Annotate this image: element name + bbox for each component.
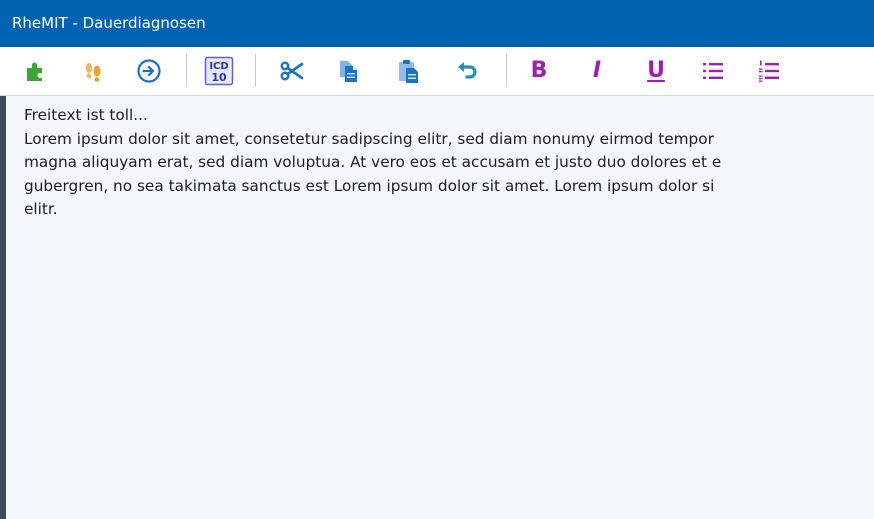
bullet-list-button[interactable] <box>697 55 729 87</box>
puzzle-button[interactable] <box>20 55 52 87</box>
toolbar-separator <box>186 54 187 87</box>
navigate-button[interactable] <box>133 55 165 87</box>
window-title: RheMIT - Dauerdiagnosen <box>12 14 206 32</box>
undo-button[interactable] <box>451 55 483 87</box>
editor-line: Lorem ipsum dolor sit amet, consetetur s… <box>24 129 714 148</box>
toolbar-separator <box>506 54 507 87</box>
editor-content[interactable]: Freitext ist toll... Lorem ipsum dolor s… <box>24 104 874 222</box>
undo-icon <box>458 62 477 79</box>
numbered-list-button[interactable] <box>753 55 785 87</box>
italic-icon: I <box>592 58 602 83</box>
bold-icon: B <box>530 58 548 83</box>
puzzle-icon <box>27 62 42 81</box>
editor-line: elitr. <box>24 200 58 218</box>
scissors-icon <box>280 61 304 81</box>
underline-button[interactable]: U <box>640 55 672 87</box>
paste-icon <box>399 60 418 83</box>
icd10-icon: ICD 10 <box>204 56 234 86</box>
footprints-icon <box>85 63 101 82</box>
title-bar: RheMIT - Dauerdiagnosen <box>0 0 874 47</box>
toolbar-separator <box>255 54 256 87</box>
bold-button[interactable]: B <box>523 55 555 87</box>
bullet-list-icon <box>703 63 723 79</box>
editor-line: magna aliquyam erat, sed diam voluptua. … <box>24 153 722 171</box>
paste-button[interactable] <box>392 55 424 87</box>
editor-line: gubergren, no sea takimata sanctus est L… <box>24 176 715 195</box>
cut-button[interactable] <box>276 55 308 87</box>
toolbar: ICD 10 B I U <box>0 47 874 96</box>
text-editor[interactable]: Freitext ist toll... Lorem ipsum dolor s… <box>0 96 874 519</box>
italic-button[interactable]: I <box>581 55 613 87</box>
copy-icon <box>340 61 357 82</box>
editor-line: Freitext ist toll... <box>24 106 148 124</box>
underline-icon: U <box>647 58 665 83</box>
arrow-right-circle-icon <box>137 59 161 83</box>
app-window: RheMIT - Dauerdiagnosen ICD 10 B I U Fre… <box>0 0 874 519</box>
footprints-button[interactable] <box>77 55 109 87</box>
icd10-button[interactable]: ICD 10 <box>203 55 235 87</box>
svg-text:10: 10 <box>211 71 227 84</box>
numbered-list-icon <box>759 60 779 82</box>
copy-button[interactable] <box>332 55 364 87</box>
